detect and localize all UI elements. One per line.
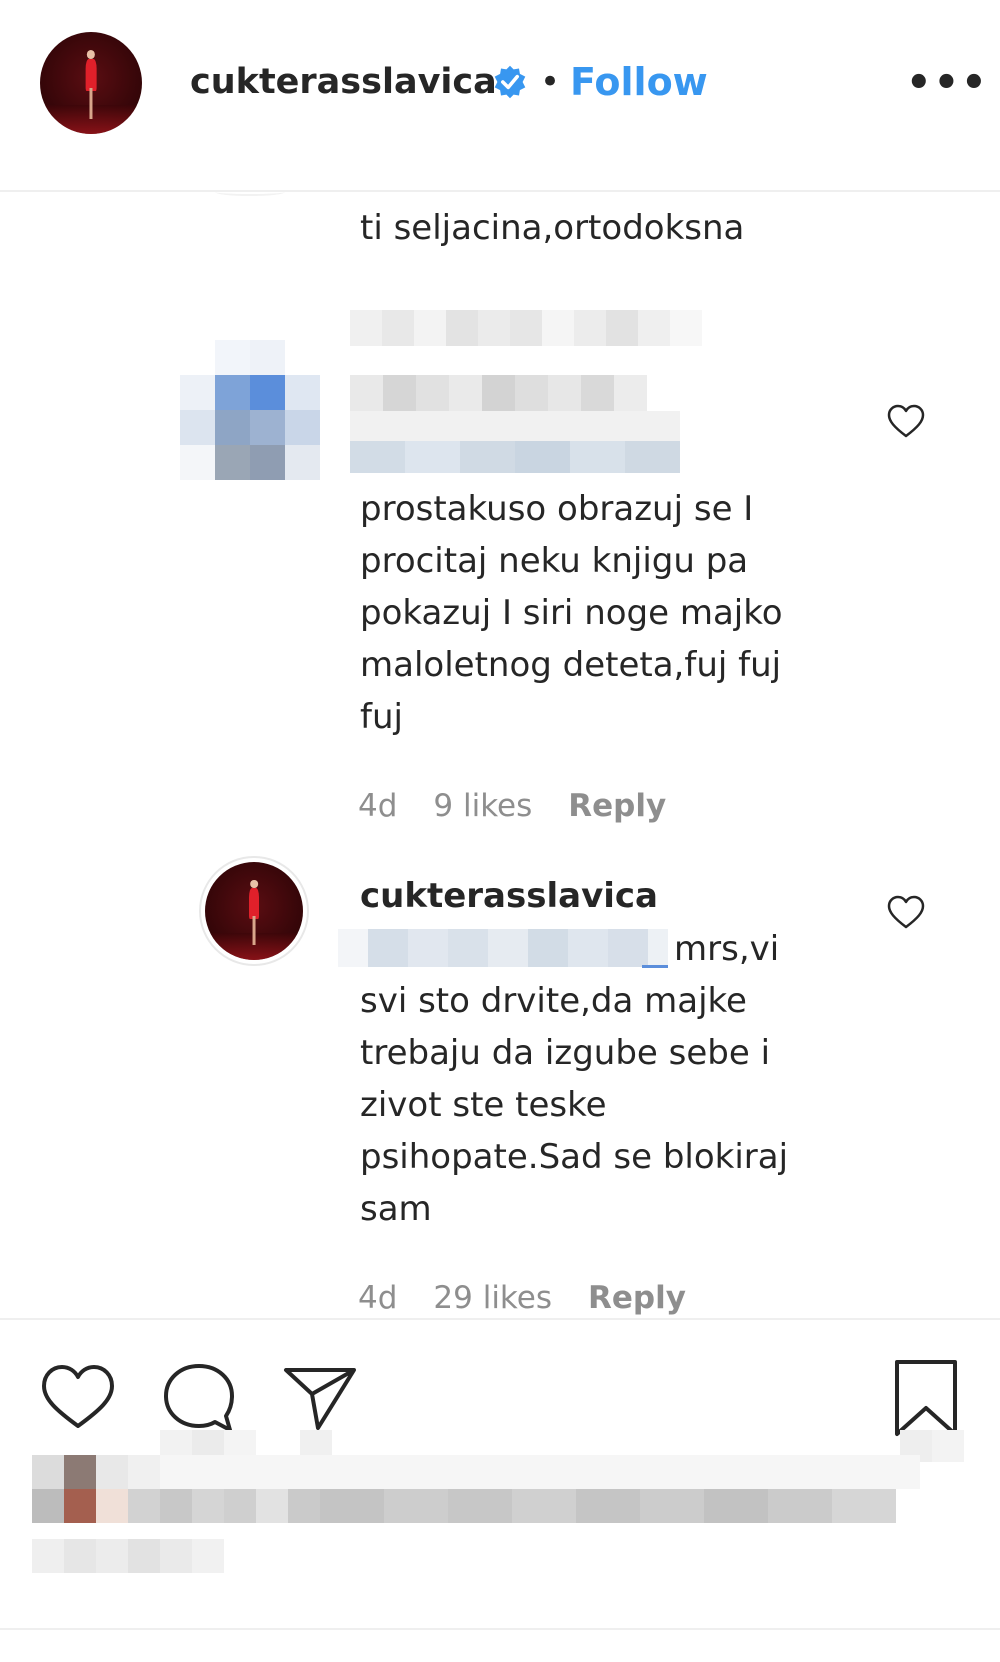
- comment-text-3-first-line: mrs,vi: [674, 929, 780, 969]
- comment-like-heart-icon[interactable]: [886, 402, 926, 442]
- comment-time[interactable]: 4d: [358, 788, 397, 824]
- comment-likes[interactable]: 29 likes: [433, 1280, 552, 1316]
- comment-time[interactable]: 4d: [358, 1280, 397, 1316]
- reply-button[interactable]: Reply: [568, 788, 666, 824]
- partial-avatar: [215, 188, 285, 196]
- reply-username[interactable]: cukterasslavica: [360, 876, 658, 916]
- redacted-meta-1: [350, 310, 702, 346]
- divider: [0, 1628, 1000, 1630]
- redacted-avatar-2[interactable]: [180, 340, 320, 480]
- action-bar: [0, 1318, 1000, 1662]
- follow-button[interactable]: Follow: [570, 60, 708, 104]
- comment-like-heart-icon[interactable]: [886, 893, 926, 933]
- header-avatar[interactable]: [40, 32, 142, 134]
- comment-text-1: ti seljacina,ortodoksna: [360, 208, 745, 248]
- comment-meta-2: 4d 9 likes Reply: [358, 788, 666, 824]
- header-username[interactable]: cukterasslavica: [190, 62, 497, 102]
- more-options-icon[interactable]: •••: [906, 60, 989, 106]
- comment-text-3: svi sto drvite,da majke trebaju da izgub…: [360, 981, 789, 1229]
- separator-dot: •: [540, 62, 561, 102]
- verified-badge-icon: [494, 65, 526, 99]
- post-header: cukterasslavica • Follow •••: [0, 0, 1000, 192]
- redacted-username-2[interactable]: [350, 375, 680, 475]
- reply-button[interactable]: Reply: [588, 1280, 686, 1316]
- comment-text-2: prostakuso obrazuj se I procitaj neku kn…: [360, 489, 783, 737]
- redacted-mention[interactable]: [338, 925, 668, 971]
- comment-likes[interactable]: 9 likes: [433, 788, 532, 824]
- comment-meta-3: 4d 29 likes Reply: [358, 1280, 686, 1316]
- reply-avatar[interactable]: [205, 862, 303, 960]
- redacted-caption: [32, 1455, 920, 1573]
